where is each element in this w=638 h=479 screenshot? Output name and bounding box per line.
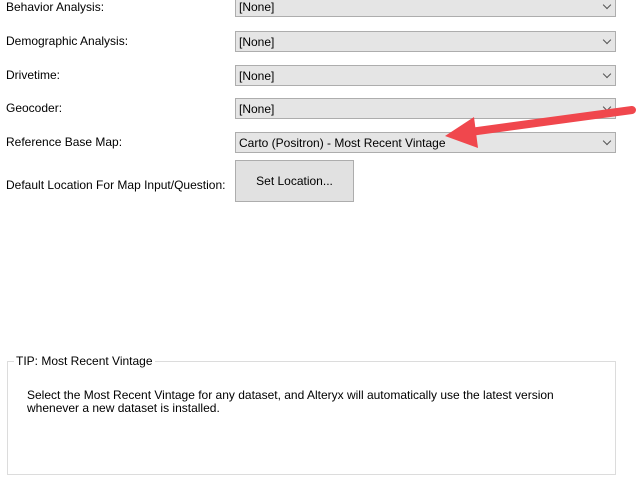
annotation-arrow <box>445 106 636 148</box>
arrow-icon <box>445 106 636 148</box>
